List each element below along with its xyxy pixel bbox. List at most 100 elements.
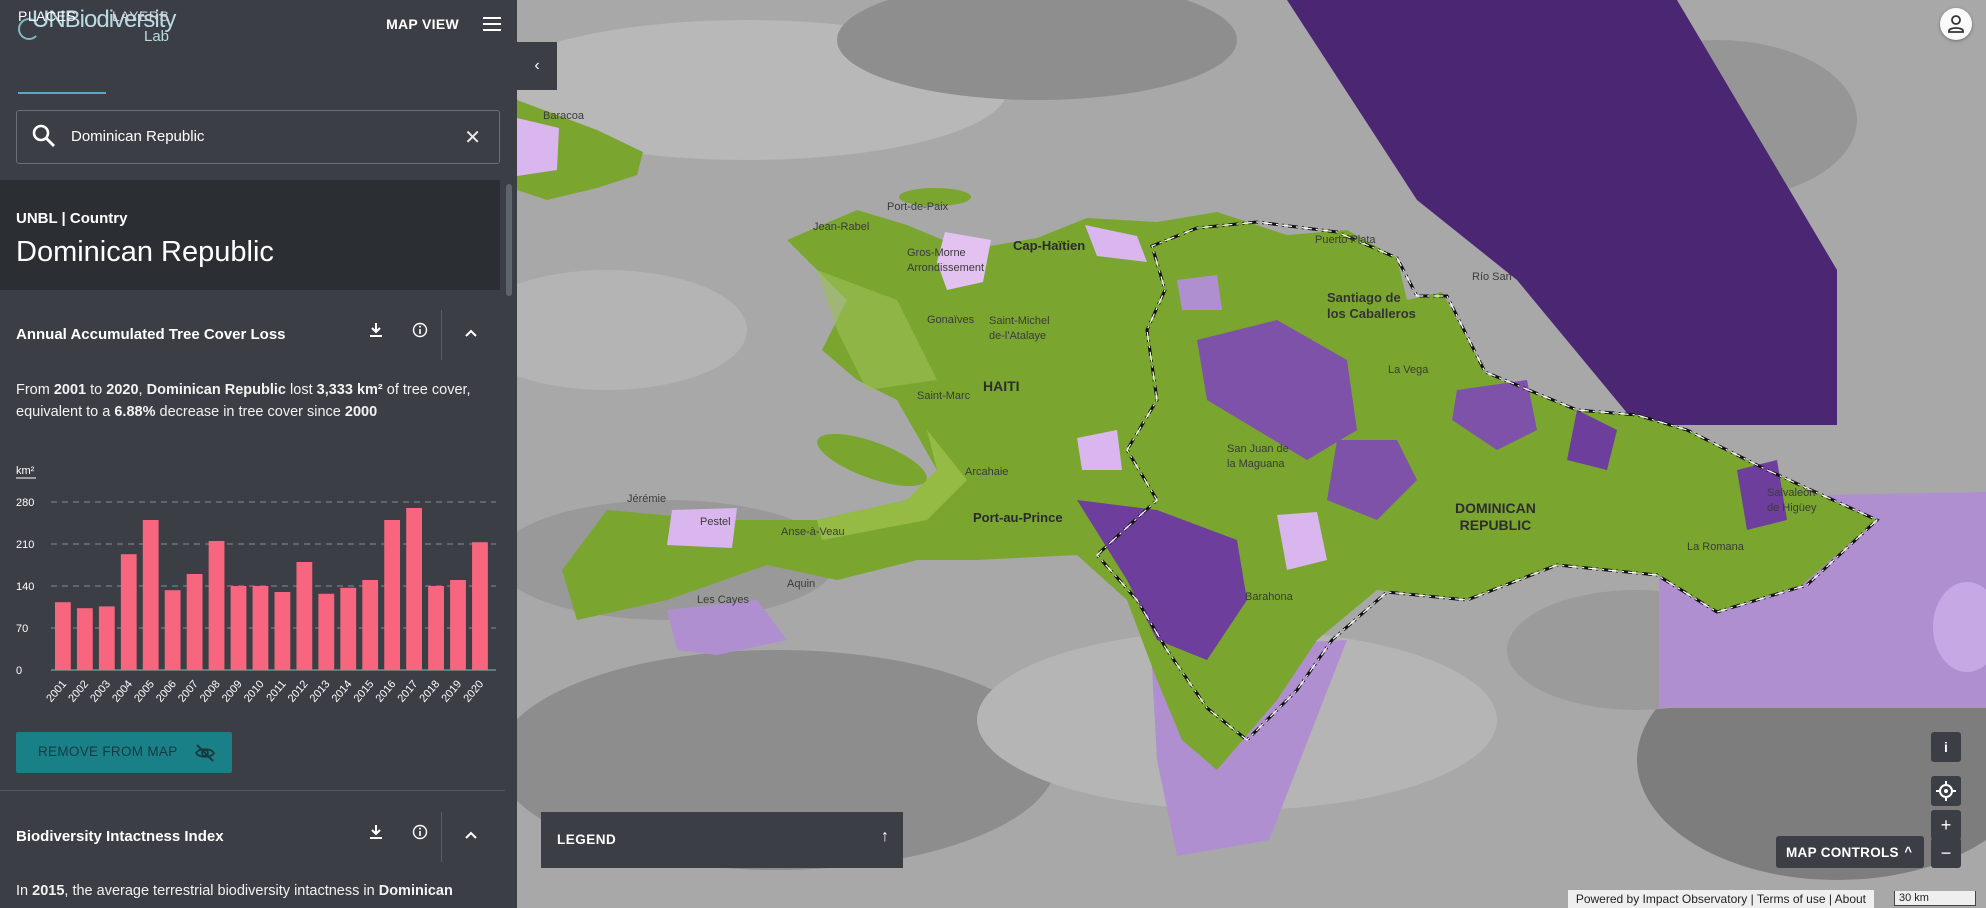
collapse-chevron-up-icon[interactable] [459,322,483,346]
x-tick-label: 2008 [198,678,223,704]
logo-sub-text: Lab [144,28,170,45]
tree-cover-loss-chart: km²0701402102802001200220032004200520062… [16,465,496,705]
biodiversity-intactness-summary: In 2015, the average terrestrial biodive… [16,883,453,899]
y-axis-unit-label: km² [16,465,35,477]
terms-of-use-link[interactable]: Terms of use [1757,892,1826,906]
x-tick-label: 2004 [110,678,135,704]
bar-2003 [98,606,115,670]
y-tick-label: 140 [16,581,34,593]
x-tick-label: 2003 [88,678,113,704]
map-attribution: Powered by Impact Observatory | Terms of… [1567,890,1874,908]
biodiversity-intactness-header: Biodiversity Intactness Index [0,808,500,864]
x-tick-label: 2018 [417,678,442,704]
x-tick-label: 2017 [395,678,420,704]
search-icon [32,124,55,147]
remove-from-map-button[interactable]: REMOVE FROM MAP [16,732,232,773]
place-label: Saint-Michel de-l'Atalaye [989,315,1050,342]
bar-2001 [55,602,71,670]
place-label: La Romana [1687,541,1744,553]
zoom-in-button[interactable]: + [1931,810,1961,840]
tree-cover-loss-header: Annual Accumulated Tree Cover Loss [0,306,500,362]
y-tick-label: 210 [16,539,34,551]
place-label: Arcahaie [965,466,1009,478]
place-label: Anse-à-Veau [781,526,845,538]
place-label: Jérémie [627,493,667,505]
map-info-button[interactable]: i [1931,732,1961,762]
country-label-dominican-republic: DOMINICAN REPUBLIC [1455,500,1536,533]
bar-2004 [120,554,137,670]
collapse-chevron-up-icon[interactable] [459,824,483,848]
section-divider [0,790,505,791]
place-search-field[interactable]: Dominican Republic ✕ [16,110,500,164]
tab-places[interactable]: PLACES [18,8,76,24]
map-canvas[interactable]: ‹ Baracoa Port-de-Paix Jean-Rabel Cap-Ha… [517,0,1986,908]
place-label: Puerto Plata [1315,234,1376,246]
place-label: Gonaïves [927,314,975,326]
bar-2007 [186,574,203,670]
x-tick-label: 2020 [461,678,486,704]
attribution-powered-link[interactable]: Powered by Impact Observatory [1576,892,1747,906]
remove-button-label: REMOVE FROM MAP [38,744,178,759]
bar-2017 [406,508,423,670]
bar-2018 [428,586,444,670]
place-label: Jean-Rabel [813,221,870,233]
x-tick-label: 2010 [242,678,267,704]
map-view-button[interactable]: MAP VIEW [386,16,459,32]
y-tick-label: 280 [16,497,34,509]
locate-button[interactable] [1931,776,1961,806]
sidebar-scrollbar[interactable] [506,184,512,296]
bar-2002 [76,608,93,670]
about-link[interactable]: About [1835,892,1866,906]
section-title: Biodiversity Intactness Index [16,828,224,845]
header-divider [441,812,442,862]
bar-2005 [142,520,159,670]
x-tick-label: 2011 [264,678,288,704]
x-tick-label: 2016 [374,678,399,704]
collapse-sidebar-button[interactable]: ‹ [517,42,557,90]
x-tick-label: 2006 [154,678,179,704]
map-controls-button[interactable]: MAP CONTROLS ^ [1776,836,1924,868]
bar-2013 [318,593,335,670]
legend-label: LEGEND [557,832,617,847]
download-icon[interactable] [364,824,388,848]
info-icon[interactable] [408,322,432,346]
bar-2011 [274,592,291,670]
place-label: Santiago de los Caballeros [1327,290,1416,321]
y-tick-label: 70 [16,623,28,635]
map-controls-label: MAP CONTROLS [1786,845,1899,860]
place-header: UNBL | Country Dominican Republic [0,180,500,290]
map-scale-bar: 30 km [1894,891,1976,906]
page-title: Dominican Republic [16,236,274,268]
bar-2008 [208,541,225,670]
place-label: Port-de-Paix [887,201,949,213]
tab-layers[interactable]: LAYERS [112,8,169,24]
place-label: Barahona [1245,591,1293,603]
x-tick-label: 2013 [308,678,333,704]
place-label: Salvaleón de Higüey [1767,487,1817,514]
y-tick-label: 0 [16,665,22,677]
x-tick-label: 2019 [439,678,464,704]
info-icon[interactable] [408,824,432,848]
download-icon[interactable] [364,322,388,346]
sidebar-panel: UNBiodiversity Lab MAP VIEW PLACES LAYER… [0,0,517,908]
place-label: Saint-Marc [917,390,971,402]
bar-2010 [252,586,269,670]
bar-2019 [450,580,466,670]
place-label: Pestel [700,516,731,528]
zoom-out-button[interactable]: − [1931,838,1961,868]
x-tick-label: 2015 [352,678,377,704]
hamburger-menu-icon[interactable] [483,17,501,33]
clear-search-icon[interactable]: ✕ [464,125,481,150]
eye-off-icon [194,744,216,762]
x-tick-label: 2009 [220,678,245,704]
bar-2009 [230,586,247,670]
x-tick-label: 2001 [44,678,69,704]
user-account-button[interactable] [1940,8,1972,40]
arrow-up-icon: ↑ [881,828,889,845]
legend-panel-toggle[interactable]: LEGEND ↑ [541,812,903,868]
top-bar: UNBiodiversity Lab MAP VIEW [0,0,517,52]
search-input[interactable]: Dominican Republic [71,128,204,145]
x-tick-label: 2014 [330,678,355,704]
chevron-up-icon: ^ [1904,844,1912,859]
x-tick-label: 2005 [132,678,157,704]
